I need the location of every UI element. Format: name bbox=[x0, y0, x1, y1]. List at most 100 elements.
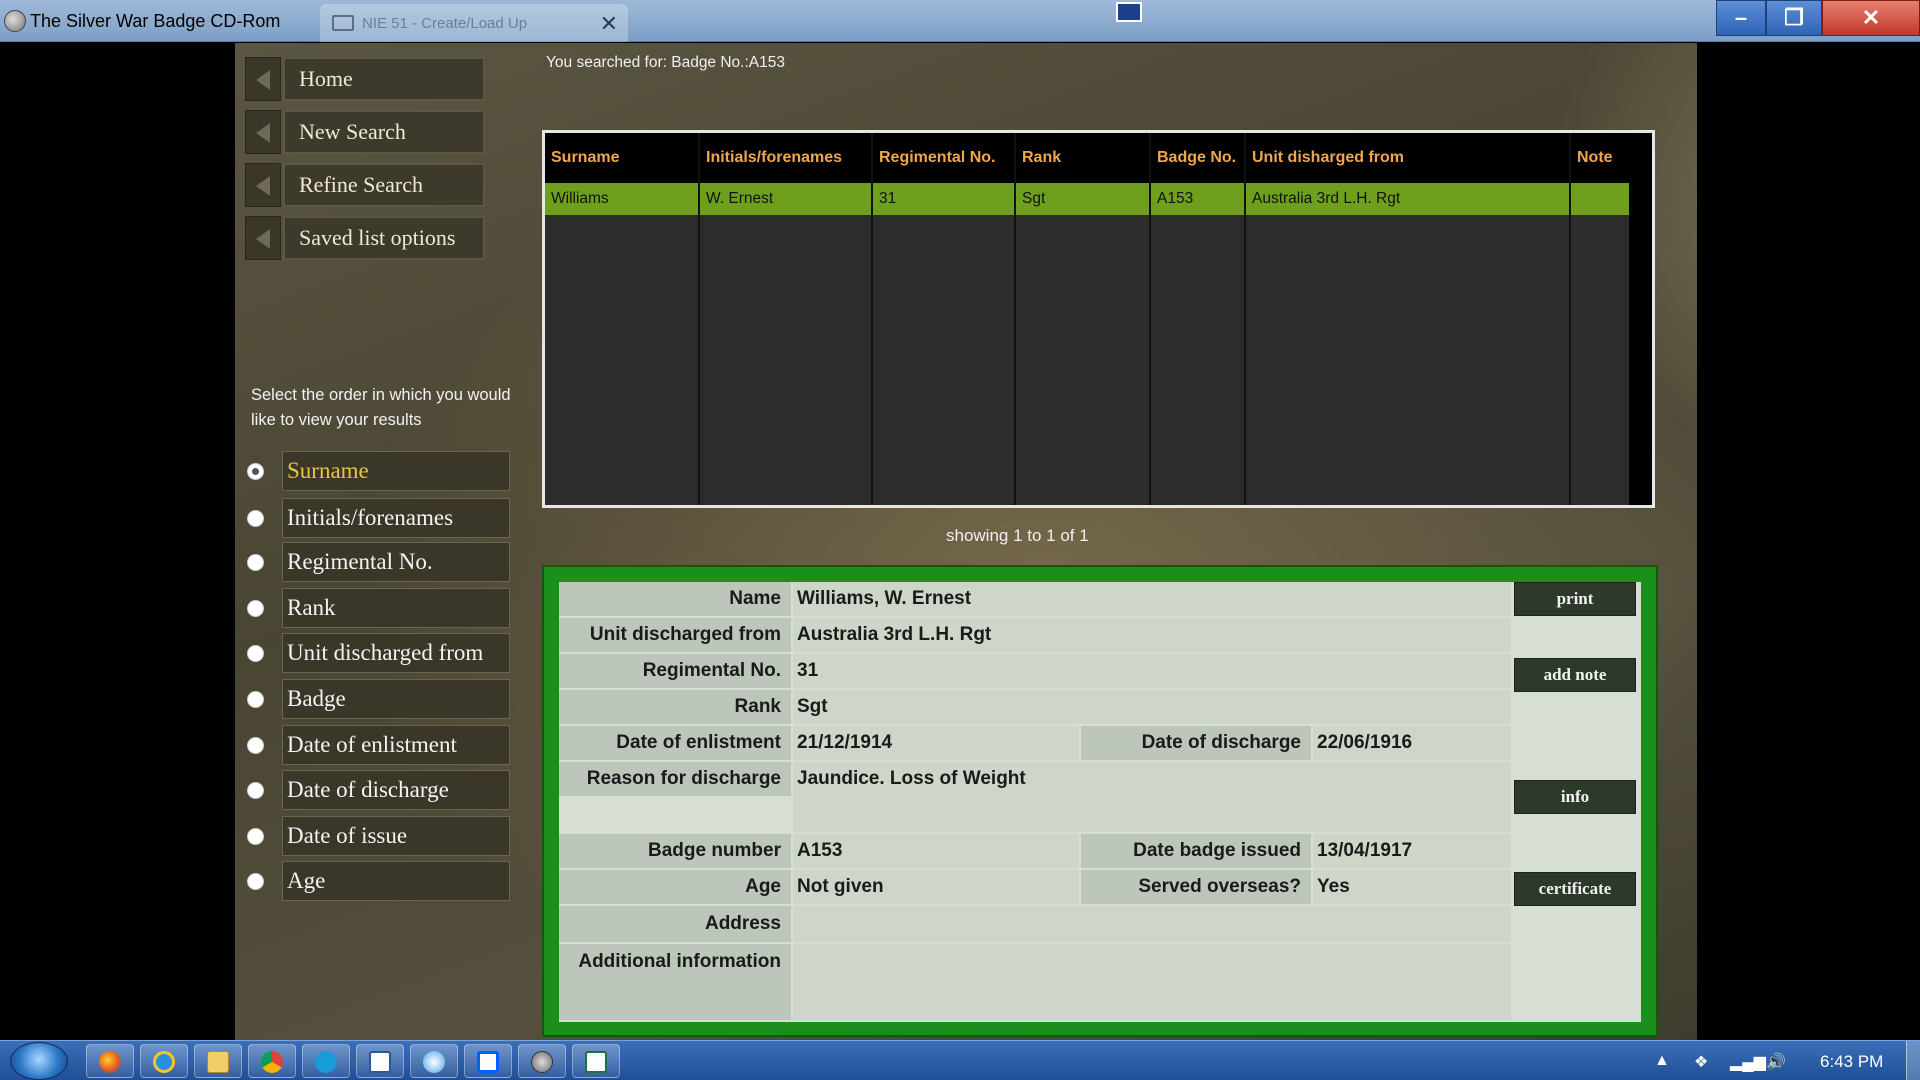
discharge-date-value: 22/06/1916 bbox=[1313, 726, 1511, 760]
date-badge-issued-label: Date badge issued bbox=[1081, 834, 1311, 868]
clock[interactable]: 6:43 PM bbox=[1820, 1052, 1883, 1072]
column-divider bbox=[1244, 133, 1246, 505]
cell-rank[interactable]: Sgt bbox=[1016, 183, 1149, 215]
regimental-no-label: Regimental No. bbox=[559, 654, 791, 688]
enlistment-date-value: 21/12/1914 bbox=[793, 726, 1079, 760]
sort-button-regimental-no[interactable]: Regimental No. bbox=[282, 542, 510, 582]
close-icon[interactable]: ✕ bbox=[600, 11, 618, 37]
age-value: Not given bbox=[793, 870, 1079, 904]
add-note-button[interactable]: add note bbox=[1514, 658, 1636, 692]
column-header-badge-no[interactable]: Badge No. bbox=[1151, 133, 1244, 183]
firefox-icon[interactable] bbox=[86, 1044, 134, 1078]
home-button[interactable]: Home bbox=[283, 57, 485, 101]
sort-button-badge[interactable]: Badge bbox=[282, 679, 510, 719]
sort-button-initials[interactable]: Initials/forenames bbox=[282, 498, 510, 538]
cell-regimental-no[interactable]: 31 bbox=[873, 183, 1014, 215]
column-header-surname[interactable]: Surname bbox=[545, 133, 698, 183]
saved-list-options-button[interactable]: Saved list options bbox=[283, 216, 485, 260]
sort-button-date-of-enlistment[interactable]: Date of enlistment bbox=[282, 725, 510, 765]
close-window-button[interactable]: ✕ bbox=[1822, 0, 1920, 36]
discharge-reason-value: Jaundice. Loss of Weight bbox=[793, 762, 1511, 832]
radio-button[interactable] bbox=[247, 828, 264, 845]
radio-button[interactable] bbox=[247, 737, 264, 754]
chrome-icon[interactable] bbox=[248, 1044, 296, 1078]
minimize-button[interactable]: – bbox=[1716, 0, 1766, 36]
table-scrollbar[interactable] bbox=[1629, 133, 1652, 505]
volume-icon[interactable]: 🔊 bbox=[1766, 1052, 1786, 1072]
column-header-note[interactable]: Note bbox=[1571, 133, 1629, 183]
date-badge-issued-value: 13/04/1917 bbox=[1313, 834, 1511, 868]
served-overseas-value: Yes bbox=[1313, 870, 1511, 904]
column-divider bbox=[698, 133, 700, 505]
maximize-button[interactable]: ❐ bbox=[1766, 0, 1822, 36]
silver-war-badge-icon[interactable] bbox=[518, 1044, 566, 1078]
show-desktop-button[interactable] bbox=[1906, 1041, 1920, 1080]
refine-search-button[interactable]: Refine Search bbox=[283, 163, 485, 207]
back-arrow-icon[interactable] bbox=[245, 216, 281, 260]
back-arrow-icon[interactable] bbox=[245, 163, 281, 207]
discharge-date-label: Date of discharge bbox=[1081, 726, 1311, 760]
results-table: Surname Initials/forenames Regimental No… bbox=[542, 130, 1655, 508]
additional-info-value bbox=[793, 944, 1511, 1020]
cell-badge-no[interactable]: A153 bbox=[1151, 183, 1244, 215]
window-title: The Silver War Badge CD-Rom bbox=[30, 11, 281, 31]
age-label: Age bbox=[559, 870, 791, 904]
unit-label: Unit discharged from bbox=[559, 618, 791, 652]
radio-button[interactable] bbox=[247, 510, 264, 527]
sort-button-age[interactable]: Age bbox=[282, 861, 510, 901]
dropbox-tray-icon[interactable]: ❖ bbox=[1694, 1052, 1708, 1072]
network-icon[interactable]: ▂▄▆ bbox=[1730, 1052, 1766, 1072]
cell-surname[interactable]: Williams bbox=[545, 183, 698, 215]
served-overseas-label: Served overseas? bbox=[1081, 870, 1311, 904]
sort-button-date-of-discharge[interactable]: Date of discharge bbox=[282, 770, 510, 810]
background-window-tab[interactable]: NIE 51 - Create/Load Up ✕ bbox=[320, 4, 628, 42]
column-header-rank[interactable]: Rank bbox=[1016, 133, 1149, 183]
search-summary: You searched for: Badge No.:A153 bbox=[546, 54, 785, 71]
media-player-icon[interactable] bbox=[410, 1044, 458, 1078]
sort-button-rank[interactable]: Rank bbox=[282, 588, 510, 628]
column-header-regimental-no[interactable]: Regimental No. bbox=[873, 133, 1014, 183]
column-header-initials[interactable]: Initials/forenames bbox=[700, 133, 871, 183]
windows-start-icon[interactable] bbox=[10, 1042, 68, 1080]
back-arrow-icon[interactable] bbox=[245, 110, 281, 154]
back-arrow-icon[interactable] bbox=[245, 57, 281, 101]
new-search-button[interactable]: New Search bbox=[283, 110, 485, 154]
cell-note[interactable] bbox=[1571, 183, 1629, 215]
column-divider bbox=[871, 133, 873, 505]
monitor-icon[interactable] bbox=[1116, 2, 1142, 22]
dropbox-icon[interactable] bbox=[464, 1044, 512, 1078]
address-value bbox=[793, 906, 1511, 942]
internet-explorer-icon[interactable] bbox=[140, 1044, 188, 1078]
radio-button[interactable] bbox=[247, 645, 264, 662]
radio-button[interactable] bbox=[247, 873, 264, 890]
cell-initials[interactable]: W. Ernest bbox=[700, 183, 871, 215]
rank-value: Sgt bbox=[793, 690, 1511, 724]
background-tab-label: NIE 51 - Create/Load Up bbox=[362, 15, 528, 32]
discharge-reason-label: Reason for discharge bbox=[559, 762, 791, 796]
skype-icon[interactable] bbox=[302, 1044, 350, 1078]
sort-button-surname[interactable]: Surname bbox=[282, 451, 510, 491]
rank-label: Rank bbox=[559, 690, 791, 724]
unit-value: Australia 3rd L.H. Rgt bbox=[793, 618, 1511, 652]
print-button[interactable]: print bbox=[1514, 582, 1636, 616]
radio-button[interactable] bbox=[247, 691, 264, 708]
column-header-unit[interactable]: Unit disharged from bbox=[1246, 133, 1569, 183]
word-icon[interactable] bbox=[356, 1044, 404, 1078]
radio-button[interactable] bbox=[247, 554, 264, 571]
results-count: showing 1 to 1 of 1 bbox=[946, 526, 1089, 545]
file-explorer-icon[interactable] bbox=[194, 1044, 242, 1078]
sort-button-unit[interactable]: Unit discharged from bbox=[282, 633, 510, 673]
app-content: Home New Search Refine Search Saved list… bbox=[235, 43, 1697, 1040]
cell-unit[interactable]: Australia 3rd L.H. Rgt bbox=[1246, 183, 1569, 215]
certificate-button[interactable]: certificate bbox=[1514, 872, 1636, 906]
radio-button[interactable] bbox=[247, 782, 264, 799]
sort-button-date-of-issue[interactable]: Date of issue bbox=[282, 816, 510, 856]
radio-button-selected[interactable] bbox=[247, 463, 264, 480]
enlistment-date-label: Date of enlistment bbox=[559, 726, 791, 760]
radio-button[interactable] bbox=[247, 600, 264, 617]
chevron-up-icon[interactable]: ▲ bbox=[1654, 1052, 1670, 1070]
column-divider bbox=[1014, 133, 1016, 505]
info-button[interactable]: info bbox=[1514, 780, 1636, 814]
column-divider bbox=[1569, 133, 1571, 505]
excel-icon[interactable] bbox=[572, 1044, 620, 1078]
